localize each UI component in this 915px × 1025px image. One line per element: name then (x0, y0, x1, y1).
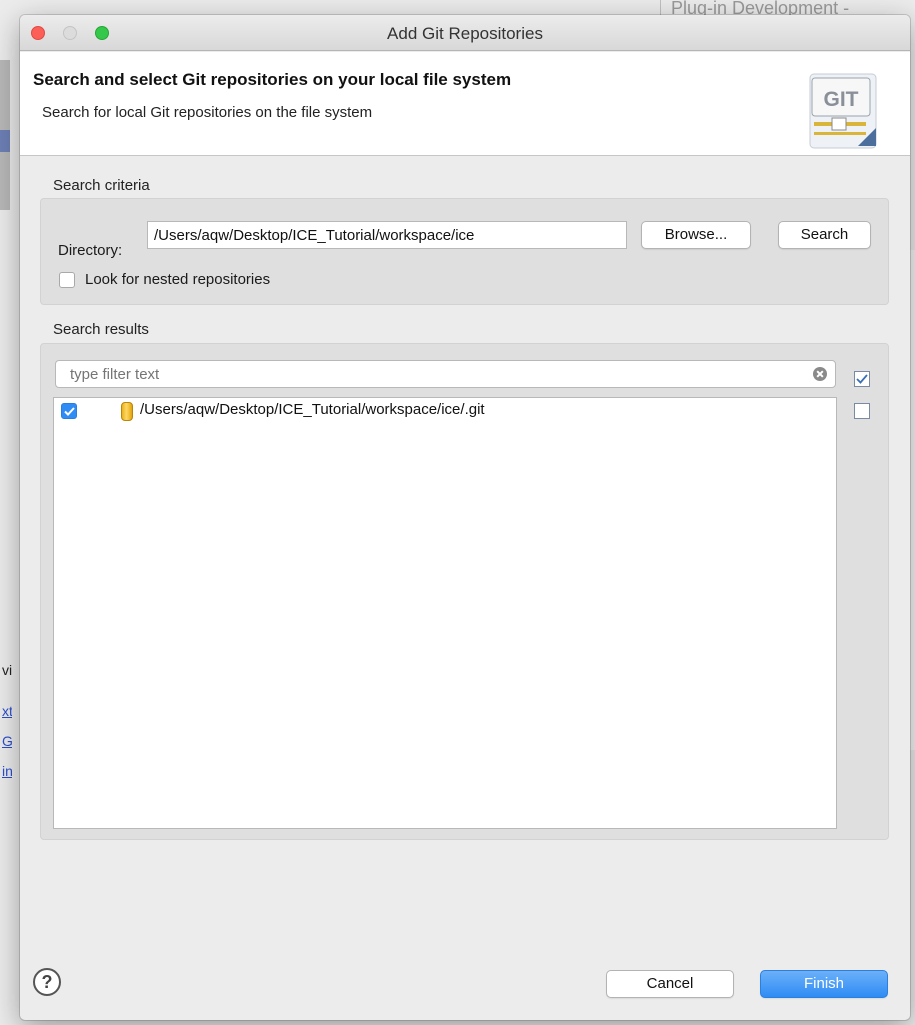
dialog-footer: ? Cancel Finish (20, 955, 910, 1020)
background-link[interactable]: xt (2, 703, 12, 719)
wizard-banner: Search and select Git repositories on yo… (20, 52, 910, 156)
banner-heading: Search and select Git repositories on yo… (33, 70, 512, 89)
repository-checkbox[interactable] (61, 403, 77, 419)
list-item[interactable]: /Users/aqw/Desktop/ICE_Tutorial/workspac… (54, 398, 836, 424)
search-button[interactable]: Search (778, 221, 871, 249)
nested-repositories-label: Look for nested repositories (85, 271, 271, 288)
git-repository-icon (121, 402, 133, 421)
help-icon[interactable]: ? (33, 968, 61, 996)
filter-input[interactable] (56, 361, 796, 387)
add-git-repositories-dialog: Add Git Repositories Search and select G… (20, 15, 910, 1020)
search-criteria-group (40, 198, 889, 305)
background-right-panel (910, 250, 915, 750)
select-all-icon[interactable] (854, 371, 870, 387)
directory-input[interactable] (147, 221, 627, 249)
directory-label: Directory: (58, 242, 123, 259)
repository-path: /Users/aqw/Desktop/ICE_Tutorial/workspac… (140, 401, 485, 418)
browse-button[interactable]: Browse... (641, 221, 751, 249)
git-logo-text: GIT (824, 88, 859, 111)
dialog-title: Add Git Repositories (387, 24, 543, 43)
background-text: vi (2, 662, 12, 678)
title-bar[interactable]: Add Git Repositories (20, 15, 910, 51)
background-toolbar-icon (0, 130, 10, 152)
deselect-all-icon[interactable] (854, 403, 870, 419)
banner-description: Search for local Git repositories on the… (42, 104, 373, 121)
search-results-label: Search results (53, 321, 149, 338)
git-logo-icon: GIT (809, 73, 877, 149)
search-results-list[interactable]: /Users/aqw/Desktop/ICE_Tutorial/workspac… (53, 397, 837, 829)
background-link[interactable]: Gi (2, 733, 12, 749)
clear-filter-icon[interactable] (813, 367, 827, 381)
finish-button[interactable]: Finish (760, 970, 888, 998)
filter-field[interactable] (55, 360, 836, 388)
search-criteria-label: Search criteria (53, 177, 150, 194)
checkmark-icon (64, 407, 75, 416)
nested-repositories-checkbox[interactable] (59, 272, 75, 288)
background-link[interactable]: in (2, 763, 12, 779)
cancel-button[interactable]: Cancel (606, 970, 734, 998)
